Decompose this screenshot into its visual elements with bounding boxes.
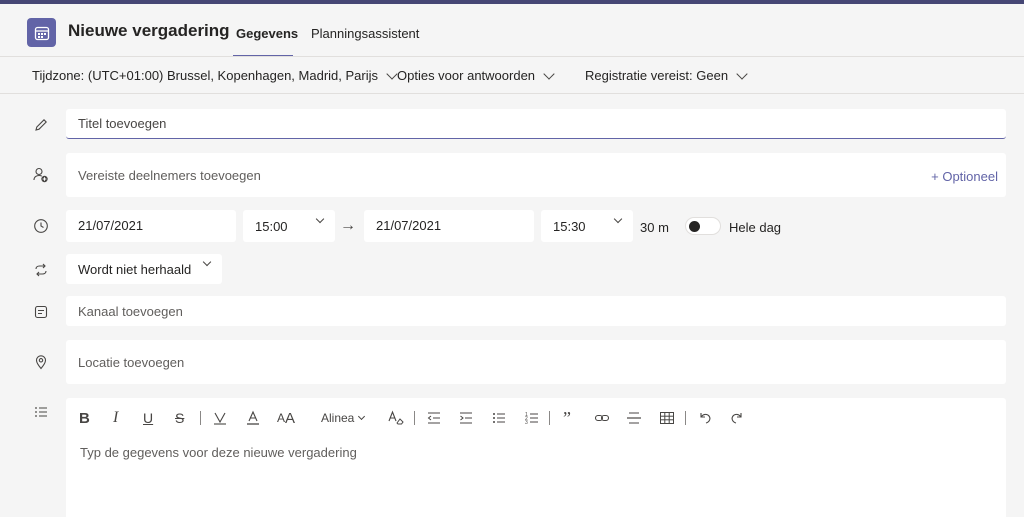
calendar-icon [27, 18, 56, 47]
paragraph-dropdown[interactable]: Alinea [321, 409, 366, 427]
redo-icon[interactable] [729, 409, 745, 427]
end-date-input[interactable]: 21/07/2021 [364, 210, 534, 242]
strikethrough-icon[interactable]: S [175, 409, 184, 427]
undo-icon[interactable] [697, 409, 713, 427]
timezone-label: Tijdzone: (UTC+01:00) Brussel, Kopenhage… [32, 68, 378, 83]
page-title: Nieuwe vergadering [68, 21, 230, 40]
location-icon [32, 353, 50, 371]
repeat-value: Wordt niet herhaald [78, 262, 192, 277]
font-size-icon[interactable]: AA [277, 409, 295, 427]
registration-label: Registratie vereist: Geen [585, 68, 729, 83]
attendees-placeholder: Vereiste deelnemers toevoegen [78, 168, 261, 183]
italic-icon[interactable]: I [113, 409, 118, 427]
channel-icon [32, 303, 50, 321]
clear-formatting-icon[interactable] [387, 409, 405, 427]
highlight-icon[interactable] [212, 409, 228, 427]
timezone-dropdown[interactable]: Tijdzone: (UTC+01:00) Brussel, Kopenhage… [32, 67, 398, 83]
channel-placeholder: Kanaal toevoegen [78, 304, 183, 319]
horizontal-rule-icon[interactable] [626, 409, 642, 427]
start-date-value: 21/07/2021 [78, 218, 144, 233]
chevron-down-icon [613, 214, 623, 224]
arrow-right-icon: → [340, 217, 356, 234]
clock-icon [32, 217, 50, 235]
optional-attendees-link[interactable]: + Optioneel [931, 169, 998, 184]
toolbar-separator [549, 411, 550, 425]
details-list-icon [32, 403, 50, 421]
end-time-value: 15:30 [553, 219, 586, 234]
location-placeholder: Locatie toevoegen [78, 355, 185, 370]
quote-icon[interactable]: ” [563, 408, 571, 428]
response-options-label: Opties voor antwoorden [397, 68, 536, 83]
underline-icon[interactable]: U [143, 409, 153, 427]
numbered-list-icon[interactable]: 123 [524, 409, 540, 427]
pencil-icon [32, 116, 50, 134]
chevron-down-icon [386, 67, 398, 80]
chevron-down-icon [202, 257, 212, 267]
paragraph-label: Alinea [321, 411, 355, 425]
end-date-value: 21/07/2021 [376, 218, 442, 233]
all-day-toggle[interactable] [685, 217, 721, 235]
chevron-down-icon [543, 67, 555, 80]
bulleted-list-icon[interactable] [491, 409, 507, 427]
decrease-indent-icon[interactable] [426, 409, 442, 427]
table-icon[interactable] [659, 409, 675, 427]
link-icon[interactable] [594, 409, 610, 427]
start-time-value: 15:00 [255, 219, 288, 234]
start-date-input[interactable]: 21/07/2021 [66, 210, 236, 242]
add-person-icon [32, 166, 50, 184]
editor-placeholder: Typ de gegevens voor deze nieuwe vergade… [80, 445, 357, 460]
end-time-select[interactable]: 15:30 [541, 210, 633, 242]
chevron-down-icon [736, 67, 748, 80]
location-input[interactable]: Locatie toevoegen [66, 340, 1006, 384]
duration-label: 30 m [640, 220, 669, 235]
channel-input[interactable]: Kanaal toevoegen [66, 296, 1006, 326]
attendees-input[interactable]: Vereiste deelnemers toevoegen + Optionee… [66, 153, 1006, 197]
font-color-icon[interactable] [245, 409, 261, 427]
title-placeholder: Titel toevoegen [78, 116, 167, 131]
details-editor[interactable]: B I U S AA Alinea 123 ” Typ de gegevens … [66, 398, 1006, 517]
repeat-select[interactable]: Wordt niet herhaald [66, 254, 222, 284]
toggle-knob [689, 221, 700, 232]
toolbar-separator [200, 411, 201, 425]
chevron-down-icon [315, 214, 325, 224]
chevron-down-icon [358, 412, 366, 421]
increase-indent-icon[interactable] [458, 409, 474, 427]
options-bar: Tijdzone: (UTC+01:00) Brussel, Kopenhage… [0, 57, 1024, 94]
toolbar-separator [685, 411, 686, 425]
toolbar-separator [414, 411, 415, 425]
title-input[interactable]: Titel toevoegen [66, 109, 1006, 139]
tab-gegevens[interactable]: Gegevens [236, 26, 298, 41]
response-options-dropdown[interactable]: Opties voor antwoorden [397, 67, 555, 83]
registration-dropdown[interactable]: Registratie vereist: Geen [585, 67, 748, 83]
start-time-select[interactable]: 15:00 [243, 210, 335, 242]
tab-planningsassistent[interactable]: Planningsassistent [311, 26, 419, 41]
all-day-label: Hele dag [729, 220, 782, 235]
repeat-icon [32, 261, 50, 279]
bold-icon[interactable]: B [79, 409, 90, 427]
header: Nieuwe vergadering Gegevens Planningsass… [0, 4, 1024, 57]
svg-text:3: 3 [525, 420, 528, 426]
